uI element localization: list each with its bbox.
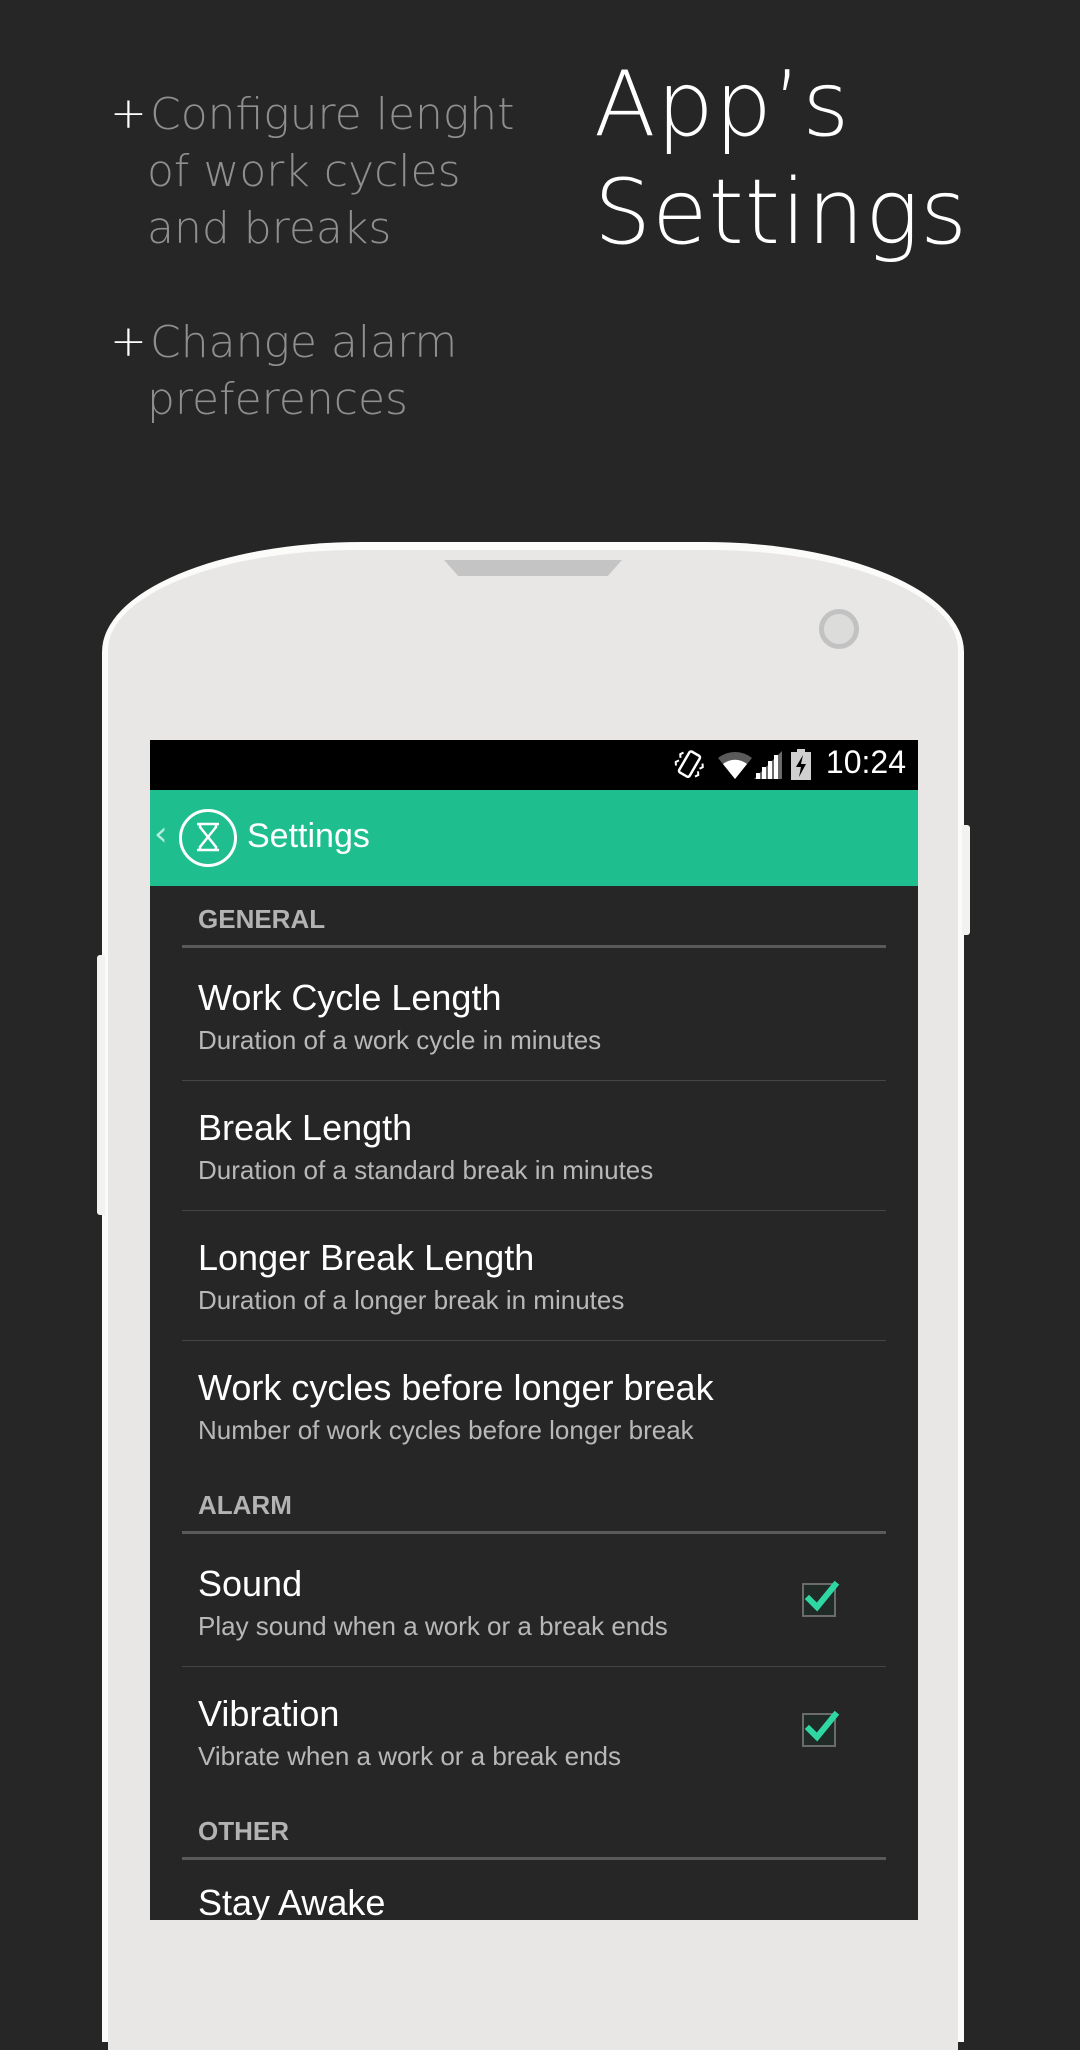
pref-title: Longer Break Length [198,1237,535,1278]
pref-summary: Vibrate when a work or a break ends [198,1741,621,1771]
section-rule-general [182,945,886,948]
battery-charging-icon [790,749,812,785]
earpiece-speaker [444,560,622,576]
sound-checkbox[interactable] [802,1580,840,1617]
vibration-checkbox[interactable] [802,1710,840,1747]
section-rule-alarm [182,1531,886,1534]
section-header-alarm: ALARM [198,1490,292,1520]
signal-icon [754,749,784,785]
pref-divider [182,1666,886,1667]
bullet-plus-1: + [110,88,147,139]
power-button [962,825,970,935]
pref-title: Vibration [198,1693,340,1734]
chevron-left-icon[interactable]: ‹ [154,814,168,854]
section-rule-other [182,1857,886,1860]
pref-divider [182,1080,886,1081]
wifi-icon [716,749,754,785]
hourglass-icon[interactable] [179,809,237,867]
pref-summary: Duration of a work cycle in minutes [198,1025,602,1055]
promo-bullet-1-line-3: and breaks [147,203,392,254]
pref-title: Break Length [198,1107,413,1148]
pref-divider [182,1340,886,1341]
section-header-general: GENERAL [198,904,326,934]
promo-bullet-1-line-1: Configure lenght [150,89,515,140]
vibrate-icon [674,749,704,785]
pref-summary: Number of work cycles before longer brea… [198,1415,694,1445]
checkmark-icon [804,1580,840,1612]
promo-bullet-2-line-1: Change alarm [150,317,458,368]
phone-screen: 10:24 ‹ Settings GENERAL Work Cycle Leng… [150,740,918,1920]
pref-summary: Duration of a longer break in minutes [198,1285,625,1315]
section-header-other: OTHER [198,1816,289,1846]
pref-title: Work Cycle Length [198,977,502,1018]
bullet-plus-2: + [110,316,147,367]
action-bar[interactable]: ‹ Settings [150,790,918,886]
headline-line-2: Settings [594,160,969,265]
pref-summary: Duration of a standard break in minutes [198,1155,654,1185]
status-bar: 10:24 [150,740,918,790]
status-time: 10:24 [825,744,906,780]
checkmark-icon [804,1710,840,1742]
volume-button [97,955,105,1215]
pref-title: Stay Awake [198,1882,386,1920]
pref-divider [182,1210,886,1211]
front-camera [819,609,859,649]
headline-line-1: App’s [594,52,851,157]
pref-summary: Play sound when a work or a break ends [198,1611,668,1641]
pref-title: Sound [198,1563,303,1604]
promo-bullet-2-line-2: preferences [147,374,408,425]
pref-title: Work cycles before longer break [198,1367,714,1408]
action-bar-title: Settings [247,817,370,855]
promo-bullet-1-line-2: of work cycles [147,146,461,197]
